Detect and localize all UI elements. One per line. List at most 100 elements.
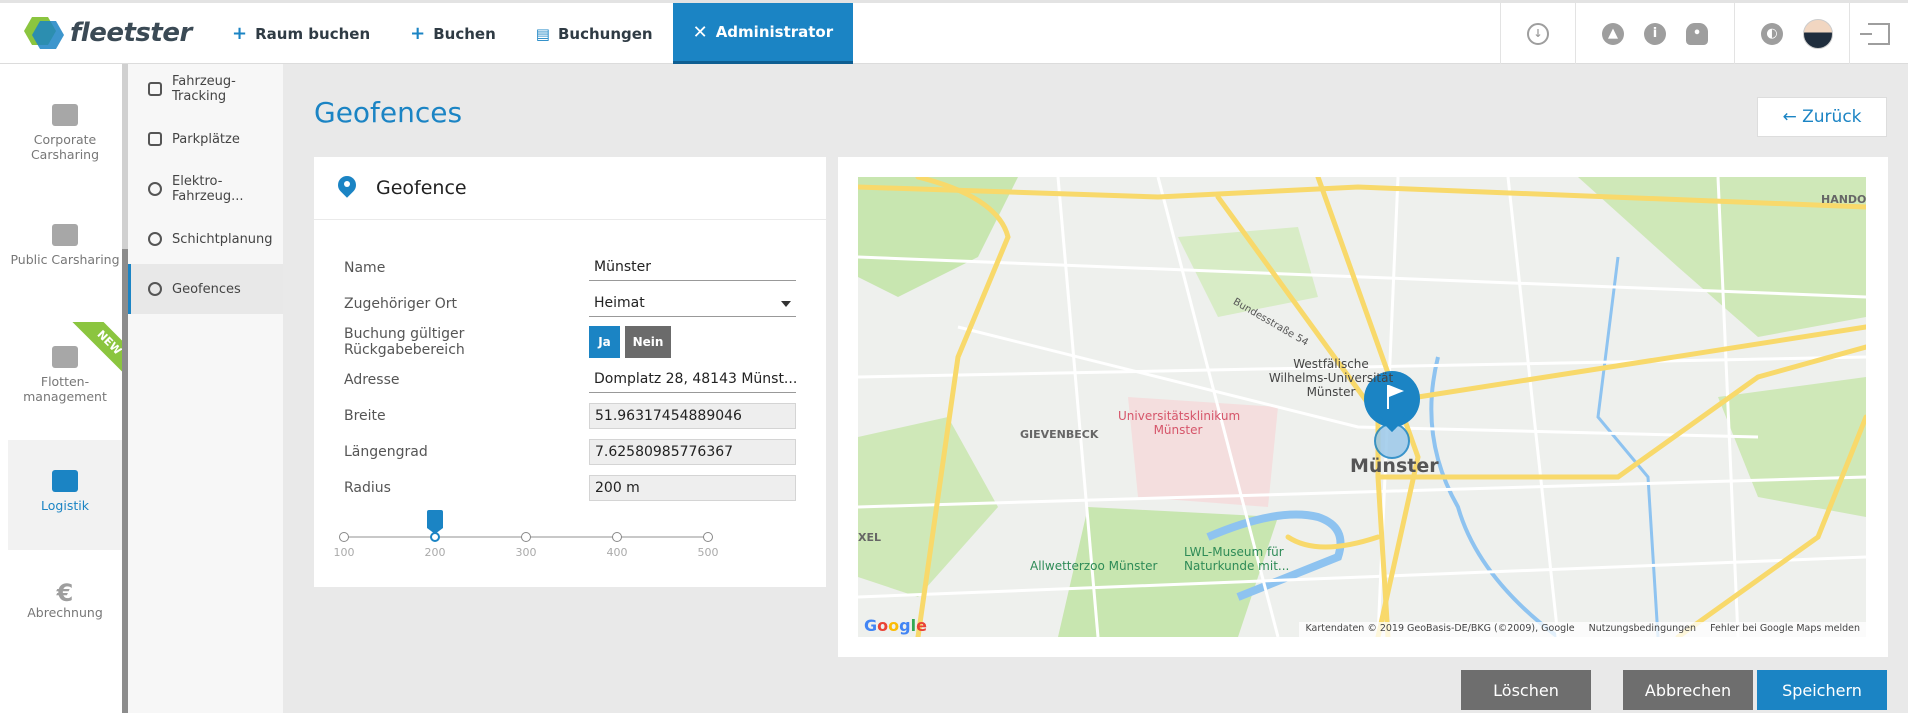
cancel-button[interactable]: Abbrechen [1623,670,1753,710]
user-avatar[interactable] [1803,18,1833,49]
adresse-label: Adresse [344,372,400,388]
laengengrad-field: 7.62580985776367 [589,439,796,465]
clipboard-icon: ▤ [535,24,550,43]
row-rueckgabe: Buchung gültiger Rückgabebereich Ja Nein [344,326,804,358]
left-nav: Corporate Carsharing Public Carsharing F… [0,64,122,713]
row-radius: Radius 200 m [344,473,804,503]
ort-label: Zugehöriger Ort [344,296,458,312]
card-title: Geofence [376,177,467,199]
leftnav-public-carsharing[interactable]: Public Carsharing [8,224,122,267]
ort-select[interactable]: Heimat [589,291,796,317]
map-label-uni: Westfälische Wilhelms-Universität Münste… [1268,357,1394,399]
map-label-lwl: LWL-Museum für Naturkunde mit... [1184,545,1290,573]
nav-buchungen[interactable]: ▤ Buchungen [516,3,673,64]
plus-icon: + [232,23,248,44]
google-logo[interactable]: Google [864,616,927,635]
brand-name: fleetster [70,18,192,48]
map-attribution: Kartendaten © 2019 GeoBasis-DE/BKG (©200… [1299,622,1866,637]
subnav-parkplaetze[interactable]: Parkplätze [128,114,283,164]
terms-link[interactable]: Nutzungsbedingungen [1589,623,1696,636]
building-icon [52,104,78,126]
map-label-gievenbeck: GIEVENBECK [1020,428,1099,441]
main-nav: + Raum buchen + Buchen ▤ Buchungen ✕ Adm… [212,3,854,64]
map-label-allwetterzoo: Allwetterzoo Münster [1030,559,1158,573]
subnav-fahrzeug-tracking[interactable]: Fahrzeug-Tracking [128,64,283,114]
toolbar-icons: ↓ ▲ i • ◐ [1500,3,1908,64]
radius-label: Radius [344,480,391,496]
row-breite: Breite 51.96317454889046 [344,401,804,431]
nav-label: Buchen [433,24,496,43]
breite-label: Breite [344,408,386,424]
slider-tick[interactable] [612,532,622,542]
public-icon [52,224,78,246]
map-label-klinik: Universitätsklinikum Münster [1118,409,1241,437]
ort-value: Heimat [594,295,645,311]
name-input[interactable]: Münster [589,255,796,281]
globe-icon[interactable]: ◐ [1761,22,1783,45]
logo-mark-icon [24,17,64,49]
leftnav-logistik[interactable]: Logistik [8,440,122,550]
slider-tick[interactable] [703,532,713,542]
card-header: Geofence [314,157,826,220]
nav-administrator[interactable]: ✕ Administrator [672,3,854,64]
ev-icon [148,182,162,196]
radius-slider[interactable]: 100 200 300 400 500 [334,500,796,560]
location-pin-icon [338,176,356,200]
slider-tick[interactable] [521,532,531,542]
page-title: Geofences [314,96,463,129]
slider-handle[interactable] [427,510,443,534]
row-laengengrad: Längengrad 7.62580985776367 [344,437,804,467]
warning-icon[interactable]: ▲ [1602,22,1624,45]
map-label-muenster: Münster [1350,455,1439,477]
map-icon [52,470,78,492]
nav-label: Raum buchen [255,24,371,43]
report-error-link[interactable]: Fehler bei Google Maps melden [1710,623,1860,636]
slider-tick[interactable] [339,532,349,542]
nav-raum-buchen[interactable]: + Raum buchen [212,3,390,64]
slider-tick-label: 100 [333,546,355,559]
euro-icon: € [56,579,74,607]
leftnav-abrechnung[interactable]: € Abrechnung [8,579,122,620]
delete-button[interactable]: Löschen [1461,670,1591,710]
rueckgabe-label: Buchung gültiger Rückgabebereich [344,326,465,358]
fleetster-logo[interactable]: fleetster [24,15,192,51]
parking-icon [148,132,162,146]
map-canvas[interactable] [858,177,1866,637]
subnav-elektro-fahrzeuge[interactable]: Elektro-Fahrzeug... [128,164,283,214]
sub-nav: Fahrzeug-Tracking Parkplätze Elektro-Fah… [128,64,283,713]
slider-tick-label: 200 [424,546,446,559]
slider-tick-label: 500 [697,546,719,559]
nav-buchen[interactable]: + Buchen [390,3,516,64]
ja-button[interactable]: Ja [589,326,620,358]
download-icon[interactable]: ↓ [1527,22,1549,45]
clock-icon [148,232,162,246]
top-bar: fleetster + Raum buchen + Buchen ▤ Buchu… [0,0,1908,64]
breite-field: 51.96317454889046 [589,403,796,429]
map-label-xel: XEL [858,531,882,544]
subnav-schichtplanung[interactable]: Schichtplanung [128,214,283,264]
plus-icon: + [410,23,426,44]
leftnav-corporate-carsharing[interactable]: Corporate Carsharing [8,104,122,162]
map-copyright: Kartendaten © 2019 GeoBasis-DE/BKG (©200… [1305,623,1575,634]
subnav-geofences[interactable]: Geofences [128,264,283,314]
logout-icon[interactable] [1860,22,1890,45]
geofence-icon [148,282,162,296]
radius-field: 200 m [589,475,796,501]
info-icon[interactable]: i [1644,22,1666,45]
tools-icon: ✕ [692,21,708,43]
row-name: Name Münster [344,253,804,283]
save-button[interactable]: Speichern [1757,670,1887,710]
nav-label: Buchungen [557,24,653,43]
new-badge: NEW [69,322,122,383]
back-button[interactable]: ← Zurück [1757,97,1887,137]
laengengrad-label: Längengrad [344,444,428,460]
slider-tick-label: 300 [515,546,537,559]
chevron-down-icon [781,301,791,307]
nav-label: Administrator [715,23,834,41]
bell-icon[interactable]: • [1686,22,1708,45]
adresse-input[interactable]: Domplatz 28, 48143 Münst... [589,367,796,393]
map-label-handorf: HANDOF [1821,193,1866,206]
slider-tick-label: 400 [606,546,628,559]
nein-button[interactable]: Nein [625,326,671,358]
map[interactable]: GIEVENBECK Universitätsklinikum Münster … [858,177,1866,637]
